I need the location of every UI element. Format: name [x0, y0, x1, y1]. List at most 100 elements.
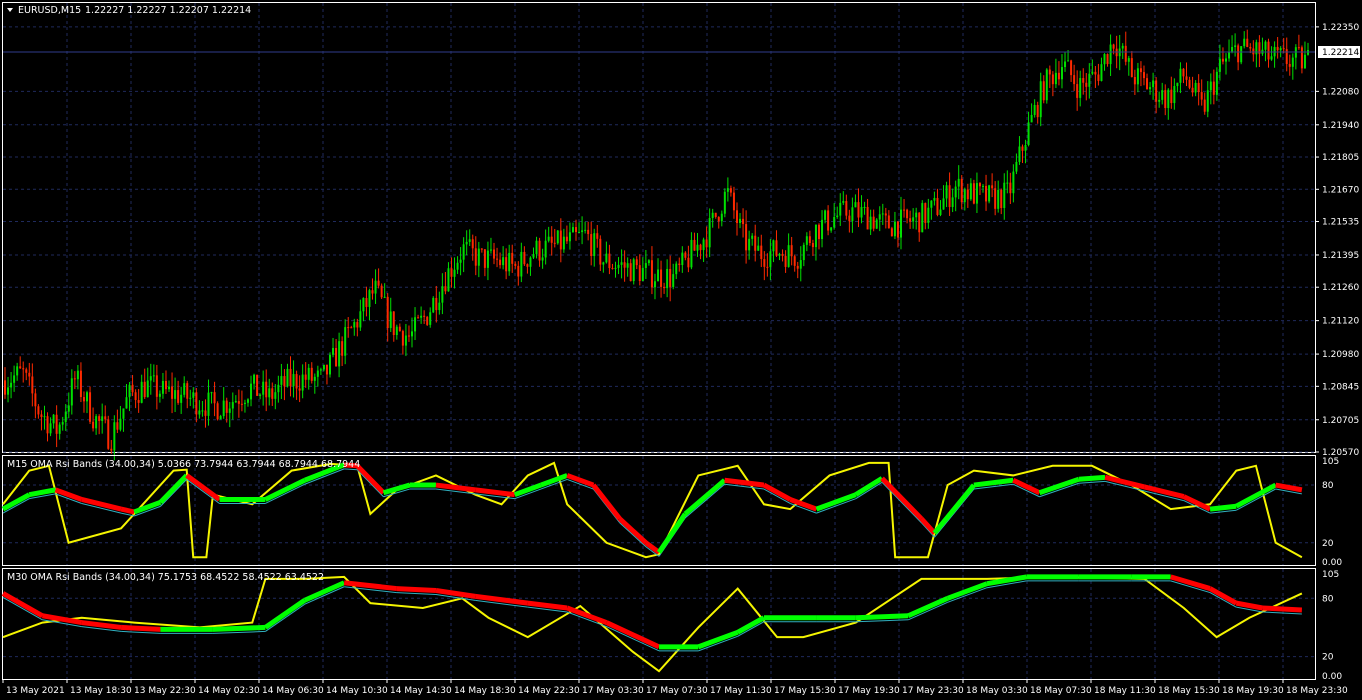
candle-body — [1215, 71, 1218, 95]
candle-body — [1073, 75, 1076, 85]
candle-body — [1197, 82, 1200, 93]
band-segment-up — [133, 500, 162, 515]
candles — [4, 29, 1309, 461]
candle-body — [520, 251, 523, 277]
candle-body — [216, 403, 219, 420]
band-segment-down — [1, 591, 44, 618]
candle-body — [174, 390, 177, 399]
candle-body — [1212, 81, 1215, 95]
candle-body — [1182, 68, 1185, 77]
candle-body — [802, 244, 805, 261]
candle-body — [972, 183, 975, 204]
candle-body — [1209, 81, 1212, 91]
candle-body — [1000, 189, 1003, 208]
candle-body — [687, 257, 690, 268]
candle-body — [571, 227, 574, 233]
candle-body — [392, 311, 395, 336]
indicator-panel-2[interactable]: M30 OMA Rsi Bands (34.00,34) 75.1753 68.… — [1, 568, 1316, 680]
band-segment-up — [946, 581, 988, 601]
candle-body — [16, 366, 19, 376]
band-segment-up — [736, 615, 766, 635]
candle-body — [939, 209, 942, 215]
candle-body — [1012, 171, 1015, 194]
collapse-icon[interactable] — [7, 8, 13, 12]
band-edge — [186, 479, 220, 504]
candle-body — [717, 216, 720, 222]
candle-body — [307, 367, 310, 380]
candle-body — [180, 394, 183, 403]
candle-body — [517, 265, 520, 277]
candle-body — [663, 286, 666, 289]
candle-body — [289, 368, 292, 387]
candle-body — [265, 381, 268, 398]
candle-body — [1006, 182, 1009, 184]
candle-body — [186, 383, 189, 399]
candle-body — [751, 235, 754, 239]
band-edge — [160, 479, 188, 507]
candle-body — [1191, 87, 1194, 93]
candle-body — [565, 236, 568, 242]
candle-body — [98, 416, 101, 421]
candle-body — [171, 386, 174, 399]
candle-body — [1146, 78, 1149, 90]
band-segment-down — [724, 477, 765, 488]
candle-body — [1097, 74, 1100, 81]
candle-body — [1042, 81, 1045, 101]
indicator-2-axis: 105 80 20 0.00 — [1322, 570, 1342, 682]
candle-body — [1082, 78, 1085, 83]
candle-body — [231, 402, 234, 409]
candle-body — [1064, 61, 1067, 68]
time-tick-label: 18 May 19:30 — [1222, 686, 1284, 696]
price-panel[interactable]: EURUSD,M15 1.22227 1.22227 1.22207 1.222… — [2, 2, 1316, 461]
candle-body — [1288, 63, 1291, 67]
candle-body — [933, 197, 936, 201]
band-segment-up — [855, 613, 909, 621]
band-segment-down — [120, 624, 161, 632]
band-segment-up — [683, 478, 727, 516]
candle-body — [848, 215, 851, 222]
candle-body — [240, 403, 243, 405]
candle-body — [95, 416, 98, 429]
candle-body — [477, 248, 480, 266]
candle-body — [699, 244, 702, 251]
candle-body — [833, 217, 836, 228]
candle-body — [1033, 104, 1036, 115]
candle-body — [978, 183, 981, 187]
candle-body — [46, 416, 49, 434]
time-tick-label: 14 May 06:30 — [262, 686, 324, 696]
candle-body — [43, 416, 46, 418]
candle-body — [471, 239, 474, 249]
band-segment-up — [854, 476, 884, 497]
candle-body — [957, 178, 960, 187]
candle-body — [310, 367, 313, 381]
candle-body — [1224, 58, 1227, 62]
candle-body — [101, 416, 104, 421]
price-tick-label: 1.22080 — [1322, 87, 1359, 97]
candle-body — [866, 206, 869, 230]
price-tick-label: 1.21120 — [1322, 317, 1359, 327]
candle-body — [158, 393, 161, 397]
band-segment-down — [1275, 482, 1303, 493]
candle-body — [225, 400, 228, 413]
candle-body — [474, 248, 477, 266]
candle-body — [726, 188, 729, 192]
candle-body — [684, 252, 687, 258]
candle-body — [1243, 38, 1246, 47]
candle-body — [635, 259, 638, 266]
band-segment-down — [919, 517, 937, 535]
band-edge — [1262, 611, 1302, 615]
candle-body — [137, 400, 140, 403]
candle-body — [435, 297, 438, 311]
candle-body — [335, 347, 338, 367]
candle-body — [243, 402, 246, 404]
band-segment-up — [1078, 474, 1106, 482]
candle-body — [34, 393, 37, 407]
indicator-tick-label: 20 — [1322, 653, 1334, 663]
candle-body — [398, 326, 401, 332]
candle-body — [851, 207, 854, 222]
indicator-panel-1[interactable]: M15 OMA Rsi Bands (34.00,34) 5.0366 73.7… — [1, 455, 1316, 566]
candle-body — [1152, 80, 1155, 88]
candle-body — [991, 185, 994, 189]
candle-body — [985, 185, 988, 202]
candle-body — [347, 327, 350, 329]
